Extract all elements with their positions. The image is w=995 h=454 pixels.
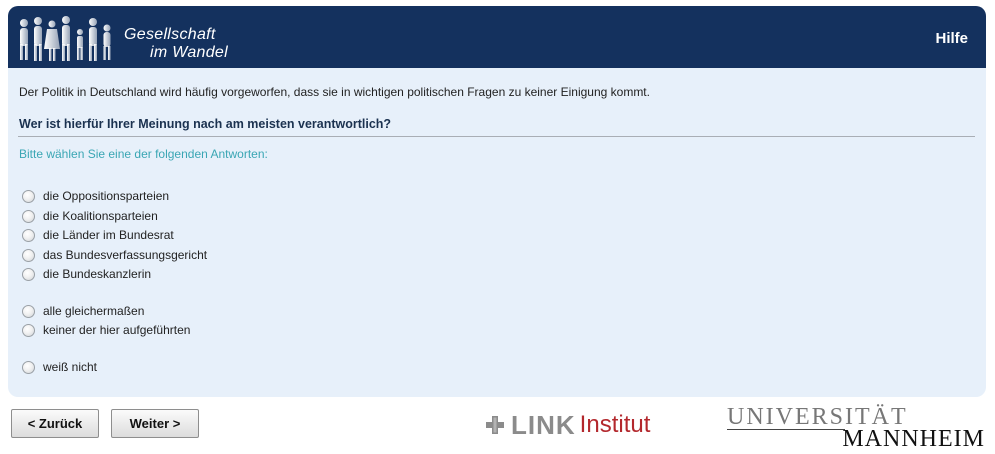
universitaet-mannheim-logo: UNIVERSITÄT MANNHEIM — [727, 404, 987, 452]
radio-button[interactable] — [22, 248, 35, 262]
option-label: weiß nicht — [43, 360, 98, 374]
logo-line-2: im Wandel — [150, 44, 228, 61]
back-button[interactable]: < Zurück — [11, 409, 99, 438]
header-bar: Gesellschaft im Wandel Hilfe — [8, 6, 986, 68]
option-label: das Bundesverfassungsgericht — [43, 248, 208, 262]
link-wordmark: LINK — [511, 409, 576, 440]
uni-logo-rule — [727, 429, 845, 430]
option-label: alle gleichermaßen — [43, 304, 145, 318]
option-label: die Bundeskanzlerin — [43, 267, 152, 281]
uni-line-2: MANNHEIM — [842, 426, 985, 452]
radio-button[interactable] — [22, 304, 35, 318]
gesellschaft-im-wandel-logo: Gesellschaft im Wandel — [14, 14, 246, 66]
link-institut-logo: LINK Institut — [485, 410, 650, 440]
link-cross-icon — [486, 416, 504, 434]
institut-wordmark: Institut — [579, 411, 651, 438]
question-divider — [18, 136, 975, 137]
option-label: die Oppositionsparteien — [43, 189, 170, 203]
question-text: Wer ist hierfür Ihrer Meinung nach am me… — [19, 117, 392, 131]
people-silhouette-icon — [20, 16, 111, 61]
survey-panel: Gesellschaft im Wandel Hilfe Der Politik… — [8, 6, 986, 397]
option-keiner[interactable]: keiner der hier aufgeführten — [22, 322, 190, 338]
radio-button[interactable] — [22, 209, 35, 223]
option-label: die Länder im Bundesrat — [43, 228, 174, 242]
option-label: keiner der hier aufgeführten — [43, 323, 191, 337]
option-laender-bundesrat[interactable]: die Länder im Bundesrat — [22, 227, 174, 243]
help-link[interactable]: Hilfe — [935, 30, 968, 47]
radio-button[interactable] — [22, 323, 35, 337]
option-bundeskanzlerin[interactable]: die Bundeskanzlerin — [22, 266, 151, 282]
option-koalitionsparteien[interactable]: die Koalitionsparteien — [22, 208, 158, 224]
option-weiss-nicht[interactable]: weiß nicht — [22, 359, 97, 375]
logo-text: Gesellschaft im Wandel — [124, 26, 228, 62]
answer-instruction: Bitte wählen Sie eine der folgenden Antw… — [19, 147, 268, 161]
radio-button[interactable] — [22, 228, 35, 242]
option-label: die Koalitionsparteien — [43, 209, 158, 223]
next-button[interactable]: Weiter > — [111, 409, 199, 438]
option-oppositionsparteien[interactable]: die Oppositionsparteien — [22, 188, 169, 204]
question-intro: Der Politik in Deutschland wird häufig v… — [19, 85, 650, 99]
logo-line-1: Gesellschaft — [124, 26, 216, 43]
radio-button[interactable] — [22, 360, 35, 374]
radio-button[interactable] — [22, 189, 35, 203]
radio-button[interactable] — [22, 267, 35, 281]
option-bundesverfassungsgericht[interactable]: das Bundesverfassungsgericht — [22, 247, 207, 263]
option-alle-gleichermassen[interactable]: alle gleichermaßen — [22, 303, 144, 319]
